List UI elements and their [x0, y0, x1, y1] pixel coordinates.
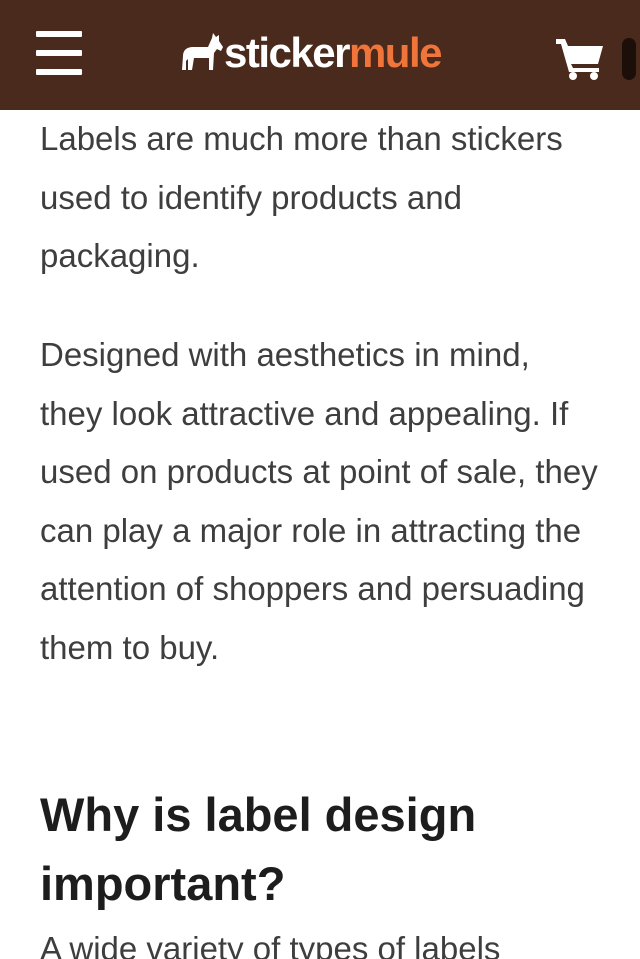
logo-text-sticker: sticker — [224, 29, 350, 76]
section-heading: Why is label design important? — [40, 788, 477, 910]
mule-icon — [182, 33, 223, 70]
article-paragraph: Labels are much more than stickers used … — [40, 120, 563, 274]
sticker-mule-logo[interactable]: stickermule — [178, 28, 443, 78]
shopping-cart-icon — [556, 39, 603, 80]
menu-button[interactable] — [36, 31, 82, 75]
scroll-handle[interactable] — [622, 38, 636, 80]
logo-text-mule: mule — [348, 29, 443, 76]
cart-button[interactable] — [556, 36, 604, 80]
article-paragraph: Designed with aesthetics in mind, they l… — [40, 336, 598, 666]
article-paragraph: A wide variety of types of labels — [40, 930, 501, 959]
top-navigation-bar: stickermule — [0, 0, 640, 110]
